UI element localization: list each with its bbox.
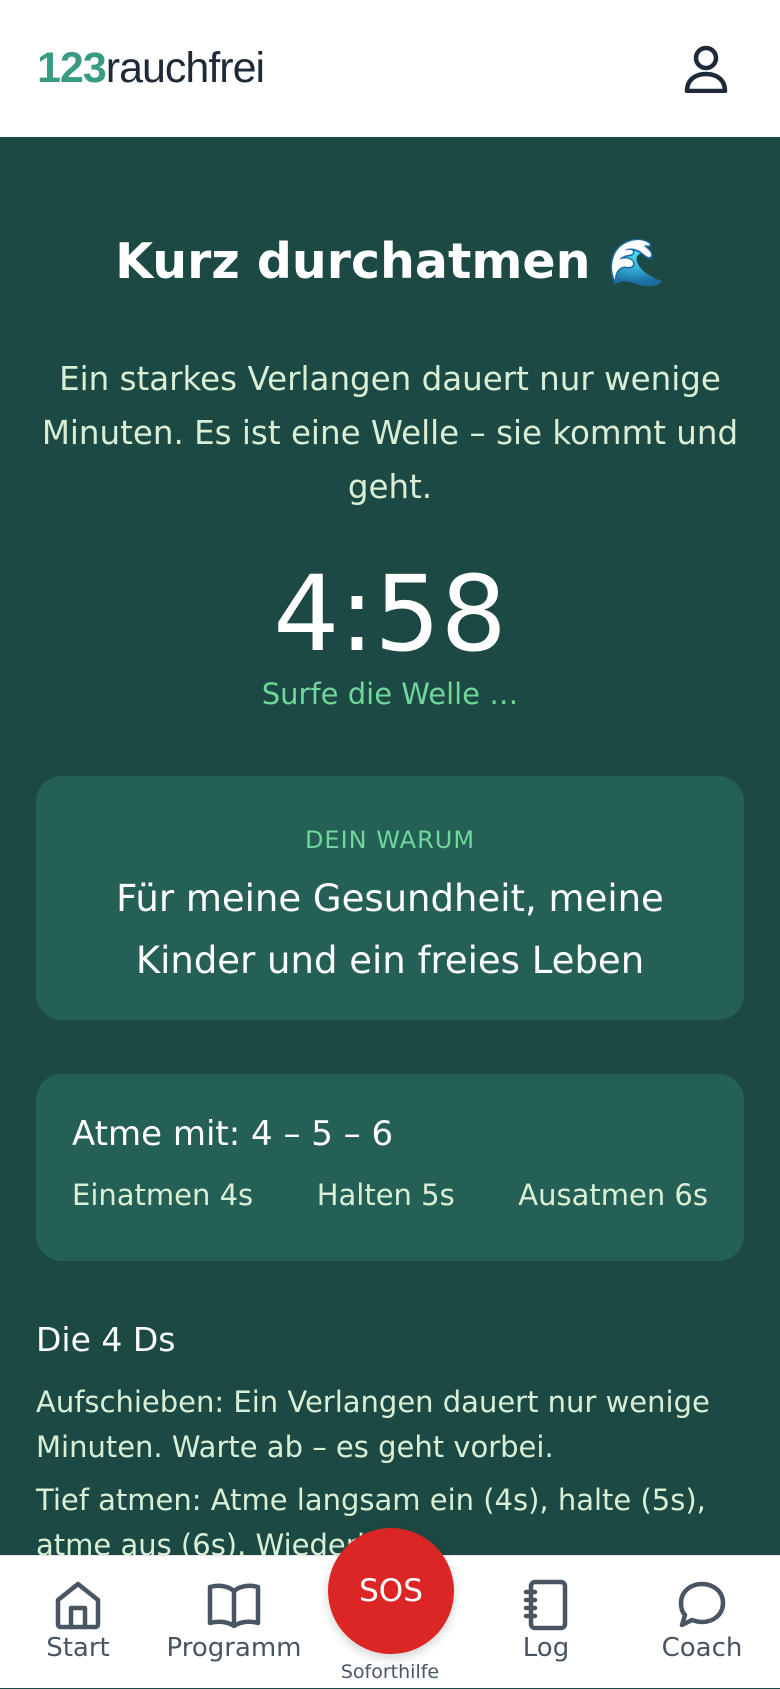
title-text: Kurz durchatmen	[115, 233, 591, 290]
main-content: Kurz durchatmen 🌊 Ein starkes Verlangen …	[0, 137, 780, 1555]
logo-number: 123	[37, 44, 107, 92]
intro-text: Ein starkes Verlangen dauert nur wenige …	[41, 360, 739, 506]
sos-button-label: SOS	[359, 1573, 423, 1609]
chat-bubble-icon	[677, 1579, 727, 1631]
breathing-steps: Einatmen 4s Halten 5s Ausatmen 6s	[72, 1178, 708, 1212]
wave-emoji: 🌊	[607, 235, 665, 289]
book-icon	[207, 1579, 261, 1631]
timer-subtitle: Surfe die Welle …	[261, 677, 519, 711]
four-ds-title: Die 4 Ds	[36, 1320, 176, 1359]
home-icon	[54, 1579, 102, 1631]
countdown-timer: 4:58	[273, 553, 507, 675]
step-hold: Halten 5s	[316, 1178, 455, 1212]
nav-log-label: Log	[522, 1633, 570, 1663]
nav-coach[interactable]: Coach	[627, 1556, 777, 1689]
step-inhale: Einatmen 4s	[72, 1178, 254, 1212]
breathing-card: Atme mit: 4 – 5 – 6 Einatmen 4s Halten 5…	[36, 1074, 744, 1261]
nav-programm[interactable]: Programm	[159, 1556, 309, 1689]
sos-caption: Soforthilfe	[340, 1661, 440, 1683]
nav-coach-label: Coach	[661, 1633, 743, 1663]
why-label: DEIN WARUM	[304, 826, 476, 854]
nav-programm-label: Programm	[166, 1633, 302, 1663]
nav-start-label: Start	[46, 1633, 110, 1663]
why-card: DEIN WARUM Für meine Gesundheit, meine K…	[36, 776, 744, 1020]
profile-button[interactable]	[682, 43, 730, 95]
why-text: Für meine Gesundheit, meine Kinder und e…	[116, 877, 664, 982]
page-title: Kurz durchatmen 🌊	[0, 233, 780, 292]
notebook-icon	[522, 1579, 570, 1631]
breathing-title: Atme mit: 4 – 5 – 6	[72, 1114, 394, 1154]
nav-start[interactable]: Start	[3, 1556, 153, 1689]
user-icon	[684, 45, 728, 93]
four-ds-item: Aufschieben: Ein Verlangen dauert nur we…	[36, 1385, 710, 1464]
step-exhale: Ausatmen 6s	[518, 1178, 708, 1212]
app-logo[interactable]: 123rauchfrei	[37, 44, 265, 92]
app-header: 123rauchfrei	[0, 0, 780, 137]
logo-word: rauchfrei	[105, 44, 265, 92]
nav-log[interactable]: Log	[471, 1556, 621, 1689]
sos-button[interactable]: SOS	[328, 1528, 454, 1654]
